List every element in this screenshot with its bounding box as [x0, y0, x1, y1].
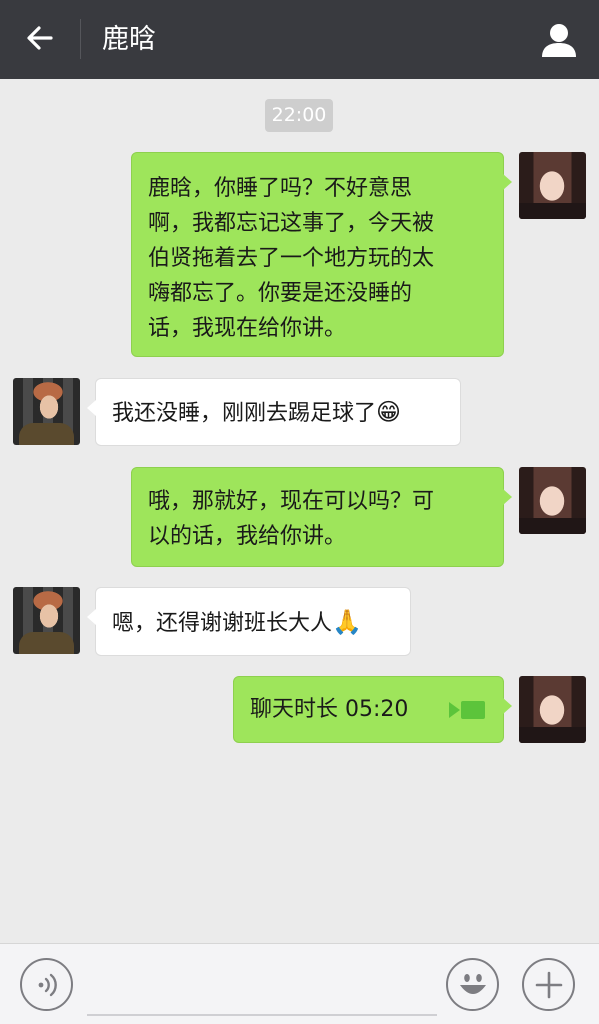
chat-info-button[interactable] — [535, 16, 583, 64]
message-timestamp: 22:00 — [265, 99, 333, 132]
call-duration-text: 聊天时长 05:20 — [250, 697, 409, 722]
input-bar — [0, 943, 599, 1024]
incoming-message[interactable]: 我还没睡，刚刚去踢足球了😁 — [87, 378, 461, 446]
message-input[interactable] — [87, 964, 437, 1016]
message-text: 我还没睡，刚刚去踢足球了 — [112, 401, 377, 426]
arrow-left-icon — [27, 26, 53, 50]
video-call-record[interactable]: 聊天时长 05:20 — [233, 676, 512, 743]
voice-input-button[interactable] — [20, 958, 73, 1011]
message-text: 嗯，还得谢谢班长大人 — [112, 611, 333, 636]
contact-avatar[interactable] — [13, 378, 80, 445]
message-line: 伯贤拖着去了一个地方玩的太 — [148, 246, 435, 271]
message-line: 鹿晗，你睡了吗？不好意思 — [148, 176, 413, 201]
message-line: 哦，那就好，现在可以吗？可 — [148, 489, 435, 514]
my-avatar[interactable] — [519, 467, 586, 534]
folded-hands-emoji: 🙏 — [332, 608, 362, 636]
emoji-icon — [459, 973, 486, 994]
message-line: 话，我现在给你讲。 — [148, 316, 347, 341]
outgoing-message[interactable]: 哦，那就好，现在可以吗？可 以的话，我给你讲。 — [131, 467, 512, 567]
person-icon — [542, 24, 576, 57]
chat-header: 鹿晗 — [0, 0, 599, 79]
plus-icon — [535, 971, 562, 998]
chat-title: 鹿晗 — [102, 24, 156, 55]
message-line: 啊，我都忘记这事了，今天被 — [148, 211, 435, 236]
incoming-message[interactable]: 嗯，还得谢谢班长大人🙏 — [87, 587, 411, 656]
outgoing-message[interactable]: 鹿晗，你睡了吗？不好意思 啊，我都忘记这事了，今天被 伯贤拖着去了一个地方玩的太… — [131, 152, 512, 357]
my-avatar[interactable] — [519, 152, 586, 219]
contact-avatar[interactable] — [13, 587, 80, 654]
message-line: 以的话，我给你讲。 — [148, 524, 347, 549]
message-line: 嗨都忘了。你要是还没睡的 — [148, 281, 413, 306]
voice-icon — [38, 973, 57, 996]
more-options-button[interactable] — [522, 958, 575, 1011]
grinning-emoji: 😁 — [376, 398, 402, 426]
my-avatar[interactable] — [519, 676, 586, 743]
header-divider — [80, 19, 81, 59]
back-button[interactable] — [18, 16, 62, 60]
emoji-button[interactable] — [446, 958, 499, 1011]
video-call-icon — [449, 700, 485, 719]
